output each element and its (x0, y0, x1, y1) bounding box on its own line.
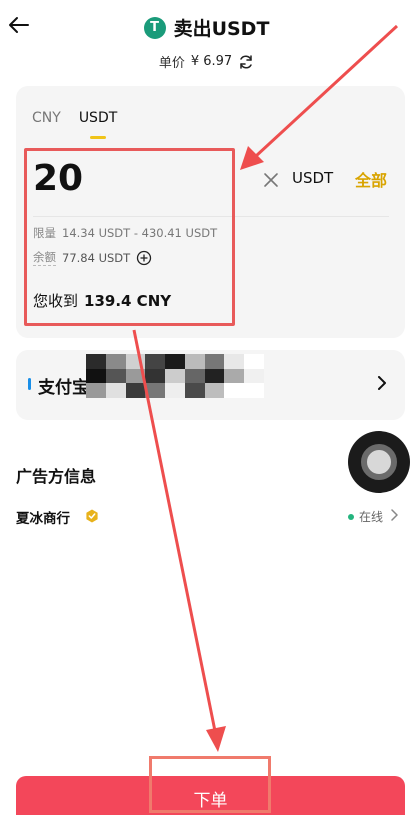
amount-input[interactable]: 20 (33, 158, 83, 199)
amount-unit: USDT (292, 169, 334, 187)
floating-assistive-button[interactable] (348, 431, 410, 493)
balance-value: 77.84 USDT (62, 250, 131, 265)
add-circle-icon[interactable] (136, 250, 152, 266)
receive-value: 139.4 CNY (84, 292, 172, 310)
place-order-label: 下单 (193, 791, 228, 811)
merchant-name: 夏冰商行 (16, 511, 70, 527)
all-button[interactable]: 全部 (355, 167, 387, 191)
payment-accent-bar (28, 378, 31, 390)
place-order-button[interactable]: 下单 (16, 776, 405, 815)
currency-tabs: CNY USDT (32, 110, 117, 139)
unit-price-row: 单价 ¥ 6.97 (0, 52, 413, 71)
online-status-label: 在线 (358, 510, 383, 524)
usdt-coin-icon: T (143, 16, 166, 39)
clear-icon[interactable] (262, 171, 280, 189)
trade-card: CNY USDT 20 USDT 全部 限量 14.34 USDT - 430.4… (16, 86, 405, 338)
balance-row: 余额 77.84 USDT (33, 249, 152, 266)
advertiser-section-title: 广告方信息 (16, 467, 97, 486)
limit-value: 14.34 USDT - 430.41 USDT (62, 226, 218, 240)
unit-price-label: 单价 (158, 56, 185, 71)
limit-label: 限量 (33, 226, 56, 240)
online-status: 在线 (347, 508, 383, 525)
pixelated-account-info (86, 354, 264, 398)
chevron-right-icon (378, 376, 386, 390)
tab-cny[interactable]: CNY (32, 110, 61, 126)
unit-price-value: ¥ 6.97 (190, 54, 233, 69)
chevron-right-icon (391, 509, 398, 521)
divider (33, 216, 389, 217)
floating-button-ring-icon (361, 444, 397, 480)
payment-method-name: 支付宝 (38, 378, 89, 398)
online-dot (347, 513, 354, 520)
tab-usdt[interactable]: USDT (79, 110, 117, 139)
limit-row: 限量 14.34 USDT - 430.41 USDT (33, 225, 217, 241)
balance-label: 余额 (33, 250, 56, 266)
header: T 卖出USDT (0, 0, 413, 52)
merchant-row[interactable]: 夏冰商行 在线 (16, 505, 405, 527)
refresh-icon[interactable] (238, 54, 254, 70)
title-group: T 卖出USDT (0, 14, 413, 41)
page-title: 卖出USDT (173, 18, 270, 40)
verified-badge-icon (86, 509, 98, 523)
payment-method-selector[interactable]: 支付宝 (16, 350, 405, 420)
receive-label: 您收到 (33, 292, 79, 310)
receive-row: 您收到 139.4 CNY (33, 290, 171, 311)
